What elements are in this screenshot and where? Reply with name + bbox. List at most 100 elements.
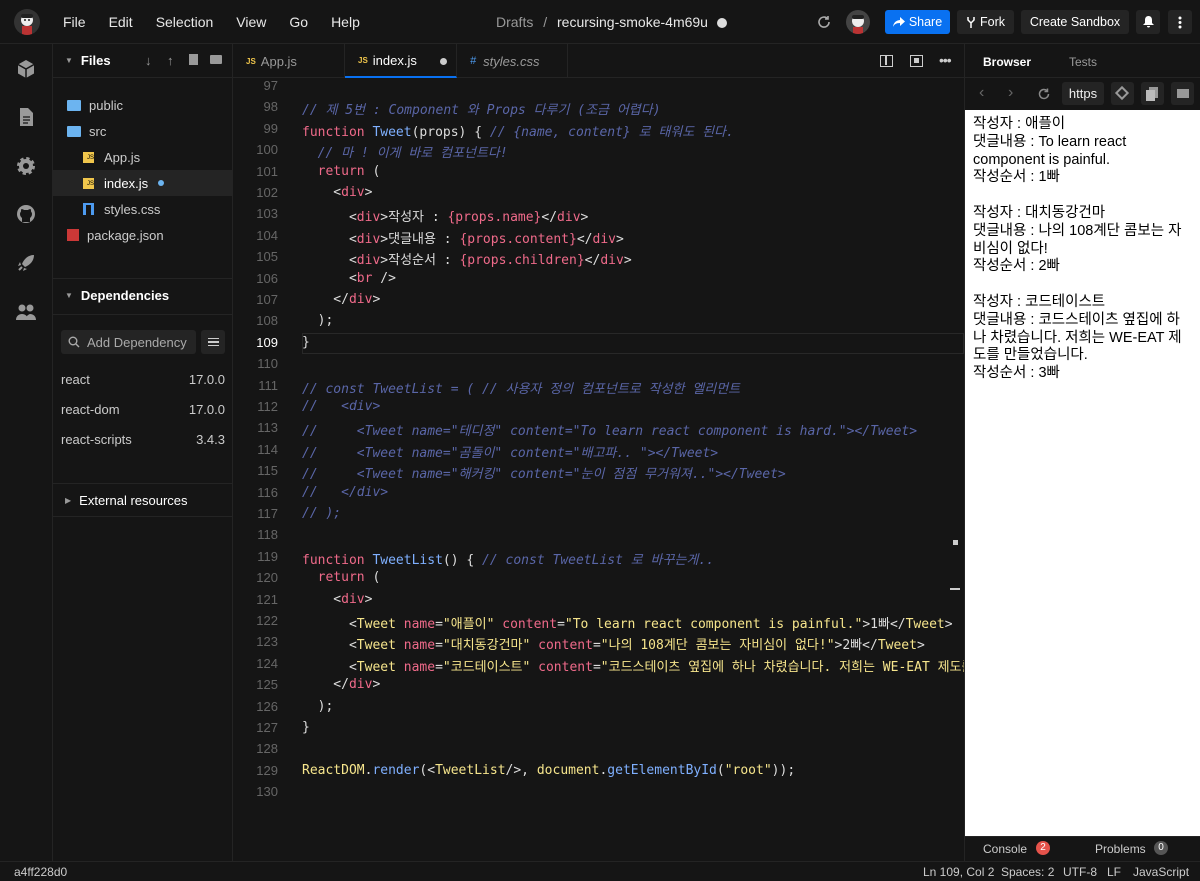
tree-item-package-json[interactable]: package.json (53, 222, 233, 248)
console-tab[interactable]: Console (983, 842, 1027, 856)
indentation[interactable]: Spaces: 2 (1001, 865, 1054, 879)
dependency-list-icon[interactable] (201, 330, 225, 354)
tab-app-js[interactable]: JS App.js (233, 44, 345, 78)
avatar-logo[interactable] (14, 9, 40, 35)
sort-down-icon[interactable]: ↓ (145, 53, 152, 68)
tree-item-src[interactable]: src (53, 118, 233, 144)
tree-item-index-js[interactable]: JS index.js (53, 170, 233, 196)
dependency-row[interactable]: react 17.0.0 (61, 372, 225, 387)
preview-content: 작성자 : 애플이 댓글내용 : To learn react componen… (965, 110, 1200, 836)
copy-icon[interactable] (1141, 82, 1164, 105)
code-line: <Tweet name="코드테이스트" content="코드스테이츠 옆집에… (302, 659, 964, 675)
back-icon[interactable]: ‹ (979, 84, 984, 102)
console-bar: Console 2 Problems 0 (965, 836, 1200, 861)
code-line: // 마 ! 이게 바로 컴포넌트다! (317, 146, 508, 162)
folder-icon (67, 99, 81, 111)
reload-icon[interactable] (1037, 87, 1051, 101)
upload-icon[interactable]: ↑ (167, 53, 174, 68)
tab-browser[interactable]: Browser (983, 55, 1031, 69)
commit-hash[interactable]: a4ff228d0 (14, 865, 67, 879)
menu-help[interactable]: Help (331, 14, 360, 30)
scroll-marker (953, 540, 958, 545)
line-number: 123 (256, 634, 278, 650)
problems-tab[interactable]: Problems (1095, 842, 1146, 856)
preview-panel: Browser Tests ‹ › https 작성자 : 애플이 댓글내용 :… (964, 44, 1200, 861)
dependency-row[interactable]: react-scripts 3.4.3 (61, 432, 225, 447)
menu-go[interactable]: Go (289, 14, 308, 30)
code-line: } (302, 334, 310, 350)
new-file-icon[interactable] (189, 54, 198, 65)
code-line: <Tweet name="대치동강건마" content="나의 108계단 콤… (302, 638, 925, 654)
encoding[interactable]: UTF-8 (1063, 865, 1097, 879)
end-of-line[interactable]: LF (1107, 865, 1121, 879)
users-icon[interactable] (14, 300, 38, 324)
line-number: 112 (257, 399, 278, 414)
tree-item-app-js[interactable]: JS App.js (53, 144, 233, 170)
globe-icon (716, 18, 727, 28)
browser-toolbar: ‹ › https (965, 78, 1200, 110)
tab-label: index.js (372, 52, 417, 68)
rocket-icon[interactable] (14, 251, 38, 275)
gear-icon[interactable] (14, 154, 38, 178)
dependency-row[interactable]: react-dom 17.0.0 (61, 402, 225, 417)
create-sandbox-button[interactable]: Create Sandbox (1021, 10, 1129, 34)
cube-icon[interactable] (14, 57, 38, 81)
tweet-author: 작성자 : 코드테이스트 (973, 293, 1106, 310)
more-menu-icon[interactable] (1168, 10, 1192, 34)
files-header[interactable]: ▼ Files ↓ ↑ (53, 44, 233, 78)
code-line: <div>작성자 : {props.name}</div> (302, 210, 589, 226)
code-line: <div> (302, 591, 373, 607)
tree-item-public[interactable]: public (53, 92, 233, 118)
user-avatar[interactable] (846, 10, 870, 34)
add-dependency-input[interactable]: Add Dependency (61, 330, 196, 354)
line-number: 98 (263, 99, 278, 115)
breadcrumb: Drafts / recursing-smoke-4m69u (496, 14, 727, 30)
menu-view[interactable]: View (236, 14, 266, 30)
menu-file[interactable]: File (63, 14, 86, 30)
line-number: 124 (256, 655, 278, 671)
more-options-icon[interactable]: ••• (939, 52, 952, 68)
bell-icon[interactable] (1136, 10, 1160, 34)
code-line: return ( (317, 570, 381, 586)
menu-edit[interactable]: Edit (109, 14, 133, 30)
current-line-highlight (302, 333, 964, 354)
external-resources-header[interactable]: ▶ External resources (53, 484, 233, 516)
code-line: // <Tweet name="해커킹" content="눈이 점점 무거워져… (302, 467, 786, 483)
code-line: </div> (302, 292, 381, 307)
dependencies-header[interactable]: ▼ Dependencies (53, 279, 233, 311)
menu-selection[interactable]: Selection (156, 14, 214, 30)
forward-icon[interactable]: › (1008, 84, 1013, 102)
split-editor-icon[interactable] (880, 55, 893, 67)
tab-tests[interactable]: Tests (1069, 55, 1097, 69)
code-line: <div> (302, 185, 373, 200)
file-icon[interactable] (14, 105, 38, 129)
refresh-icon[interactable] (816, 14, 832, 30)
breadcrumb-folder[interactable]: Drafts (496, 14, 533, 30)
menu-bar: File Edit Selection View Go Help (63, 0, 383, 44)
devtools-icon[interactable] (1111, 82, 1134, 105)
language-mode[interactable]: JavaScript (1133, 865, 1189, 879)
unsaved-dot-icon[interactable] (440, 58, 447, 65)
dependency-name: react-dom (61, 402, 120, 417)
preview-icon[interactable] (910, 55, 923, 67)
tab-styles-css[interactable]: # styles.css (457, 44, 568, 78)
tab-index-js[interactable]: JS index.js (345, 44, 457, 78)
tweet-order: 작성순서 : 3빠 (973, 365, 1060, 382)
scroll-marker (950, 588, 960, 590)
code-line: function Tweet(props) { // {name, conten… (302, 124, 734, 140)
line-number: 116 (257, 484, 278, 500)
js-file-icon: JS (246, 56, 256, 66)
github-icon[interactable] (14, 202, 38, 226)
new-folder-icon[interactable] (210, 55, 222, 64)
url-bar[interactable]: https (1062, 82, 1104, 105)
new-window-icon[interactable] (1171, 82, 1194, 105)
cursor-position[interactable]: Ln 109, Col 2 (923, 865, 994, 879)
share-button[interactable]: Share (885, 10, 950, 34)
tweet-author: 작성자 : 대치동강건마 (973, 204, 1106, 221)
tweet-item: 작성자 : 애플이 댓글내용 : To learn react componen… (973, 116, 1193, 187)
tree-item-styles-css[interactable]: styles.css (53, 196, 233, 222)
sandbox-name[interactable]: recursing-smoke-4m69u (557, 14, 708, 30)
line-number: 122 (256, 613, 278, 628)
fork-button[interactable]: Fork (957, 10, 1014, 34)
chevron-right-icon: ▶ (65, 495, 72, 505)
